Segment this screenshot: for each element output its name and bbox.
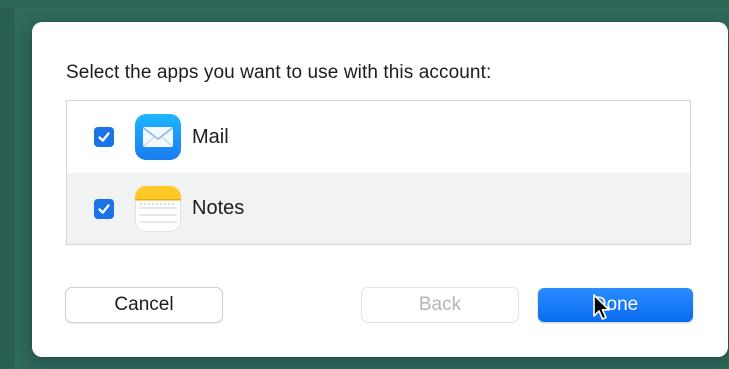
app-label-notes: Notes <box>192 197 245 219</box>
done-button[interactable]: Done <box>538 288 693 322</box>
app-label-mail: Mail <box>192 125 229 148</box>
mail-icon <box>135 114 181 160</box>
app-list: Mail Notes <box>66 100 691 245</box>
app-row-mail[interactable]: Mail <box>67 101 690 173</box>
desktop-background <box>0 0 14 369</box>
checkmark-icon <box>98 132 110 142</box>
app-selection-dialog: Select the apps you want to use with thi… <box>32 22 728 357</box>
checkmark-icon <box>98 203 110 214</box>
mail-checkbox[interactable] <box>94 127 114 147</box>
desktop-background-top <box>0 0 729 8</box>
app-row-notes[interactable]: Notes <box>67 173 690 244</box>
notes-icon <box>135 185 181 232</box>
cancel-button[interactable]: Cancel <box>66 288 222 322</box>
mouse-cursor-icon <box>593 294 610 320</box>
dialog-prompt: Select the apps you want to use with thi… <box>66 62 492 83</box>
back-button[interactable]: Back <box>362 288 518 322</box>
notes-checkbox[interactable] <box>94 198 114 219</box>
